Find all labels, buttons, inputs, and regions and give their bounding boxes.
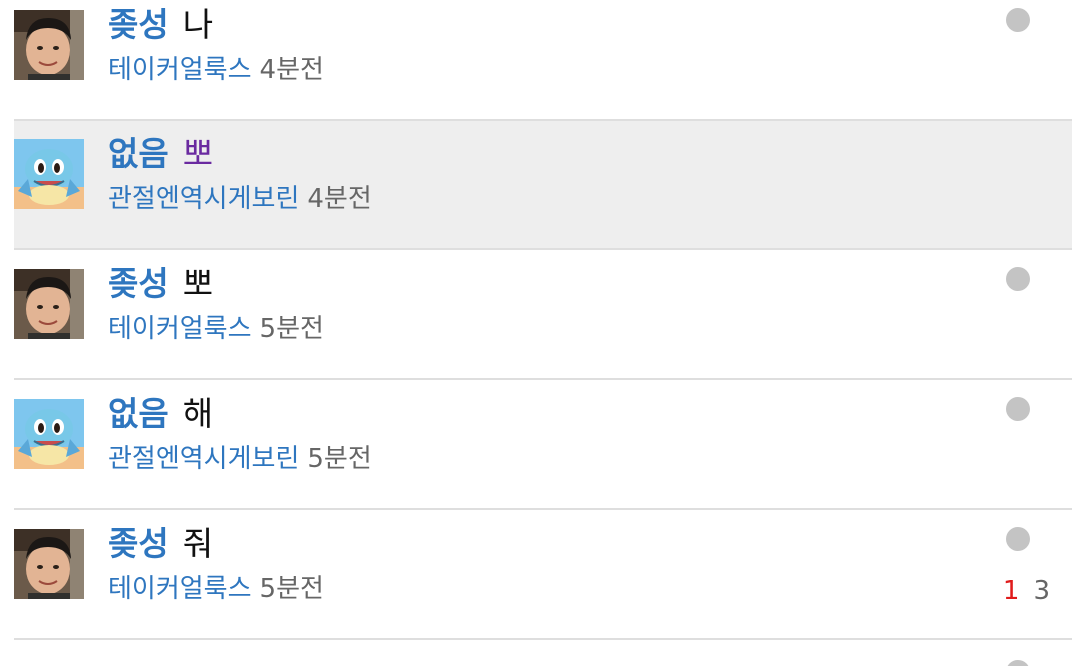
avatar[interactable] [14,10,84,80]
list-item[interactable]: 좆성 뽀 테이커얼룩스 5분전 [14,251,1072,380]
list-item[interactable]: 좆성 줘 테이커얼룩스 5분전 13 [14,511,1072,640]
unread-dot-icon [1006,527,1030,551]
avatar[interactable] [14,269,84,339]
board-name[interactable]: 테이커얼룩스 [108,574,252,604]
post-title[interactable]: 줘 [183,524,213,563]
post-meta-line: 테이커얼룩스 5분전 [108,311,324,347]
author-name[interactable]: 없음 [108,394,169,433]
post-time: 5분전 [259,314,324,344]
stat-red-count: 1 [1002,576,1020,606]
avatar[interactable] [14,399,84,469]
avatar[interactable] [14,529,84,599]
post-title-line: 없음 해 [108,391,213,437]
post-meta-line: 테이커얼룩스 5분전 [108,571,324,607]
post-meta-line: 관절엔역시게보린 5분전 [108,441,372,477]
post-time: 4분전 [307,184,372,214]
list-item-partial[interactable] [14,640,1072,666]
post-meta-line: 테이커얼룩스 4분전 [108,52,324,88]
unread-dot-icon [1006,660,1030,666]
post-stats: 13 [954,573,1050,609]
post-title-line: 좆성 뽀 [108,261,213,307]
post-title[interactable]: 뽀 [183,264,213,303]
author-name[interactable]: 좆성 [108,524,169,563]
author-name[interactable]: 없음 [108,134,169,173]
post-title[interactable]: 뽀 [183,134,213,173]
author-name[interactable]: 좆성 [108,264,169,303]
boy-photo-avatar-icon [14,269,84,339]
unread-dot-icon [1006,8,1030,32]
post-title[interactable]: 해 [183,394,213,433]
list-item[interactable]: 좆성 나 테이커얼룩스 4분전 [14,0,1072,121]
post-time: 5분전 [307,444,372,474]
post-title-line: 좆성 나 [108,2,213,48]
board-name[interactable]: 테이커얼룩스 [108,55,252,85]
post-time: 5분전 [259,574,324,604]
stat-gray-count: 3 [1033,576,1050,606]
board-name[interactable]: 테이커얼룩스 [108,314,252,344]
post-title-line: 좆성 줘 [108,521,213,567]
board-name[interactable]: 관절엔역시게보린 [108,184,299,214]
list-item[interactable]: 없음 뽀 관절엔역시게보린 4분전 [14,121,1072,250]
squirtle-avatar-icon [14,399,84,469]
author-name[interactable]: 좆성 [108,5,169,44]
unread-dot-icon [1006,267,1030,291]
avatar[interactable] [14,139,84,209]
list-item[interactable]: 없음 해 관절엔역시게보린 5분전 [14,381,1072,510]
post-time: 4분전 [259,55,324,85]
board-name[interactable]: 관절엔역시게보린 [108,444,299,474]
boy-photo-avatar-icon [14,529,84,599]
unread-dot-icon [1006,397,1030,421]
post-title-line: 없음 뽀 [108,131,213,177]
boy-photo-avatar-icon [14,10,84,80]
post-meta-line: 관절엔역시게보린 4분전 [108,181,372,217]
post-title[interactable]: 나 [183,5,213,44]
squirtle-avatar-icon [14,139,84,209]
